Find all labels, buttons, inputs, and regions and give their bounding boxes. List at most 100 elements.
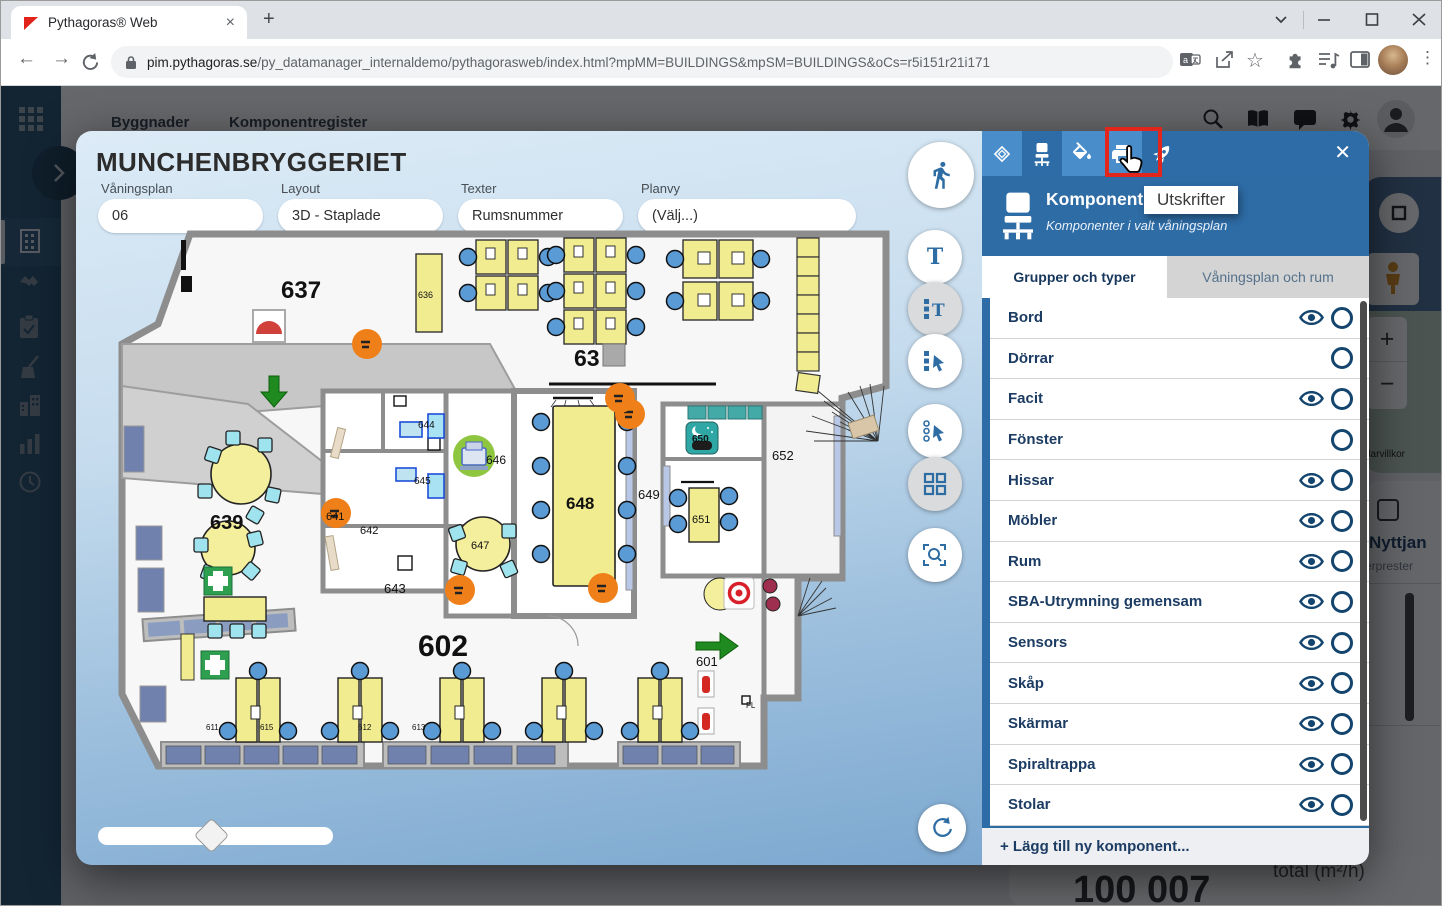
component-select-circle[interactable] [1331, 387, 1353, 410]
room-label: 613 [412, 723, 426, 732]
side-panel-icon[interactable] [1349, 49, 1371, 71]
extensions-icon[interactable] [1285, 49, 1307, 71]
back-icon[interactable]: ← [17, 48, 36, 70]
component-select-circle[interactable] [1331, 509, 1353, 532]
component-row[interactable]: Skärmar [990, 703, 1369, 745]
room-label: 641 [326, 511, 344, 523]
add-component-button[interactable]: + Lägg till ny komponent... [982, 826, 1369, 865]
panel-title: Komponenter [1046, 189, 1160, 209]
maximize-button[interactable] [1365, 10, 1379, 28]
room-652 [761, 401, 845, 579]
room-label: 652 [772, 448, 794, 463]
visibility-eye-icon[interactable] [1299, 594, 1325, 610]
component-select-circle[interactable] [1331, 347, 1353, 370]
component-row[interactable]: Skåp [990, 663, 1369, 704]
room-label: 644 [418, 420, 435, 431]
component-select-circle[interactable] [1331, 469, 1353, 492]
list-select-tool-button[interactable] [908, 334, 962, 388]
component-row[interactable]: SBA-Utrymning gemensam [990, 582, 1369, 623]
visibility-eye-icon[interactable] [1299, 513, 1325, 529]
component-select-circle[interactable] [1331, 631, 1353, 654]
cabinet-column-right [795, 237, 821, 395]
bookmark-star-icon[interactable]: ☆ [1246, 48, 1264, 73]
reload-icon[interactable] [80, 52, 99, 71]
list-cursor-icon [924, 351, 944, 372]
browser-menu-kebab-icon[interactable]: ⋮ [1419, 48, 1436, 68]
component-select-circle[interactable] [1331, 590, 1353, 613]
browser-tab[interactable]: Pythagoras® Web × [11, 6, 247, 39]
component-label: Dörrar [1008, 349, 1054, 367]
floors-tool-button[interactable] [982, 131, 1022, 176]
component-row[interactable]: Rum [990, 541, 1369, 583]
component-row[interactable]: Spiraltrappa [990, 744, 1369, 786]
tab-search-chevron-icon[interactable] [1273, 10, 1289, 28]
close-button[interactable] [1412, 10, 1426, 28]
building-title: MUNCHENBRYGGERIET [96, 147, 407, 177]
component-row[interactable]: Fönster [990, 419, 1369, 461]
list-text-tool-button[interactable]: T [908, 282, 962, 336]
teal-cabinets [687, 405, 763, 420]
url-bar[interactable]: pim.pythagoras.se/py_datamanager_interna… [111, 46, 1173, 78]
component-label: Möbler [1008, 512, 1058, 530]
component-label: Skåp [1008, 674, 1044, 692]
component-row[interactable]: Möbler [990, 500, 1369, 542]
component-row[interactable]: Bord [990, 298, 1369, 339]
reading-list-icon[interactable] [1317, 49, 1341, 71]
component-row[interactable]: Stolar [990, 785, 1369, 826]
visibility-eye-icon[interactable] [1299, 797, 1325, 813]
walk-mode-button[interactable] [908, 142, 974, 208]
visibility-eye-icon[interactable] [1299, 635, 1325, 651]
room-label: 650 [692, 434, 709, 445]
component-select-circle[interactable] [1331, 793, 1353, 816]
zoom-to-selection-button[interactable] [908, 528, 962, 582]
minimize-button[interactable] [1317, 10, 1331, 28]
selector-label: Texter [461, 181, 497, 196]
cabinet-left [180, 633, 195, 681]
translate-icon[interactable]: a [1179, 49, 1201, 71]
component-label: Spiraltrappa [1008, 755, 1096, 773]
tab-close-icon[interactable]: × [222, 14, 239, 32]
first-aid-sign-2 [200, 650, 230, 680]
desk-cluster-b [546, 237, 646, 345]
components-tool-button[interactable] [1022, 131, 1062, 176]
component-select-circle[interactable] [1331, 306, 1353, 329]
component-row[interactable]: Hissar [990, 460, 1369, 501]
component-select-circle[interactable] [1331, 753, 1353, 776]
visibility-eye-icon[interactable] [1299, 716, 1325, 732]
panel-close-icon[interactable]: ✕ [1334, 141, 1351, 165]
component-row[interactable]: Dörrar [990, 338, 1369, 380]
browser-profile-avatar[interactable] [1378, 45, 1408, 75]
visibility-eye-icon[interactable] [1299, 391, 1325, 407]
component-select-circle[interactable] [1331, 672, 1353, 695]
tab-v-ningsplan-och-rum[interactable]: Våningsplan och rum [1167, 256, 1369, 298]
divider [1303, 11, 1304, 29]
zoom-slider-handle[interactable] [193, 817, 230, 854]
visibility-eye-icon[interactable] [1299, 553, 1325, 569]
text-tool-button[interactable]: T [908, 230, 962, 284]
component-select-circle[interactable] [1331, 712, 1353, 735]
visibility-eye-icon[interactable] [1299, 310, 1325, 326]
browser-window: Pythagoras® Web × + ← → pim.pythagoras.s… [0, 0, 1442, 906]
scrollbar-thumb[interactable] [1360, 301, 1367, 821]
tab-grupper-och-typer[interactable]: Grupper och typer [982, 256, 1167, 298]
new-tab-button[interactable]: + [263, 8, 275, 31]
component-select-circle[interactable] [1331, 428, 1353, 451]
refresh-button[interactable] [918, 804, 966, 852]
floorplan-canvas[interactable]: 637 636 63 639 641 642 643 644 645 646 647 648 649 65… [98, 226, 906, 801]
forward-icon[interactable]: → [52, 48, 71, 70]
share-icon[interactable] [1213, 49, 1235, 71]
component-select-circle[interactable] [1331, 550, 1353, 573]
visibility-eye-icon[interactable] [1299, 675, 1325, 691]
visibility-eye-icon[interactable] [1299, 472, 1325, 488]
grid-view-button[interactable] [908, 457, 962, 511]
zoom-slider[interactable] [98, 817, 333, 854]
group-select-tool-button[interactable] [908, 404, 962, 458]
themes-tool-button[interactable] [1062, 131, 1102, 176]
tab-strip: Pythagoras® Web × + [1, 1, 1441, 39]
visibility-eye-icon[interactable] [1299, 756, 1325, 772]
wall-cube [602, 343, 626, 367]
svg-text:a: a [1183, 55, 1188, 65]
component-row[interactable]: Sensors [990, 622, 1369, 664]
component-row[interactable]: Facit [990, 379, 1369, 420]
url-text: pim.pythagoras.se/py_datamanager_interna… [147, 54, 991, 70]
